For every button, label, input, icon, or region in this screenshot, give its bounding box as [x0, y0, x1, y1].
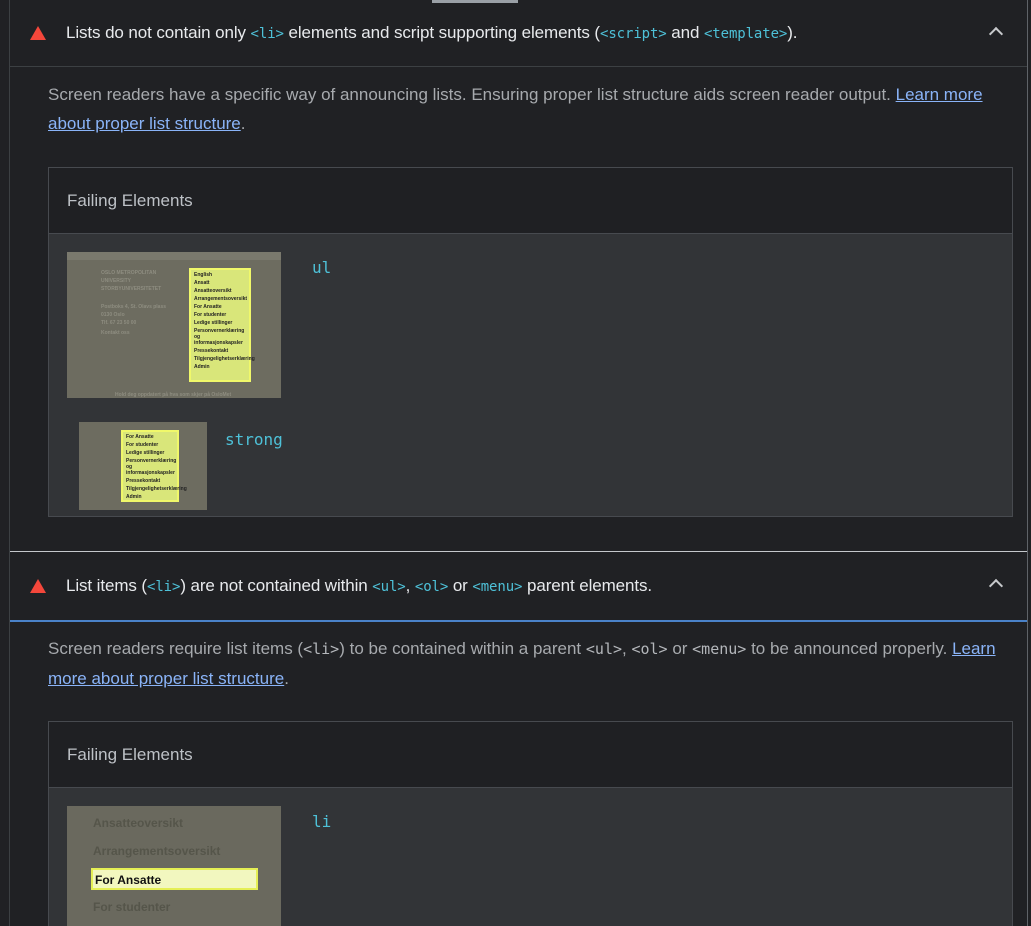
audit-listitem: List items (<li>) are not contained with…: [10, 552, 1027, 926]
audit-description: Screen readers have a specific way of an…: [48, 85, 983, 133]
thumb-item: For studenter: [93, 900, 171, 914]
highlight-box: English Ansatt Ansatteoversikt Arrangements…: [189, 268, 255, 382]
failing-elements-table: Failing Elements OSLO METROPOLITAN UNIVER…: [48, 167, 1013, 517]
thumb-list-item: Tilgjengelighetserklæring: [194, 356, 255, 362]
thumb-list-item: Personvernerklæring og informasjonskapsl…: [194, 328, 245, 346]
element-screenshot: For Ansatte For studenter Ledige stillinge…: [79, 422, 207, 510]
thumb-list-item: For studenter: [194, 312, 227, 318]
table-header: Failing Elements: [49, 722, 1012, 788]
table-body: OSLO METROPOLITAN UNIVERSITY STORBYUNIVERS…: [49, 234, 1012, 516]
highlight-box: For Ansatte For studenter Ledige stillinge…: [121, 430, 187, 502]
thumb-item: Arrangementsoversikt: [93, 844, 221, 858]
highlight-box: For Ansatte: [91, 868, 258, 890]
element-screenshot: OSLO METROPOLITAN UNIVERSITY STORBYUNIVERS…: [67, 252, 281, 398]
audit-title: List items (<li>) are not contained with…: [66, 576, 653, 595]
thumb-list-item: Ledige stillinger: [194, 320, 233, 326]
thumb-footer-text: 0130 Oslo: [101, 312, 125, 318]
thumb-list-item: Personvernerklæring og informasjonskapsl…: [126, 458, 177, 476]
thumb-footer-text: STORBYUNIVERSITETET: [101, 286, 162, 292]
table-row[interactable]: For Ansatte For studenter Ledige stillinge…: [67, 402, 1012, 514]
thumb-list-item: Pressekontakt: [194, 348, 229, 354]
audit-title: Lists do not contain only <li> elements …: [66, 23, 798, 42]
thumb-footer-text: Tlf. 67 23 50 00: [101, 320, 137, 326]
table-row[interactable]: OSLO METROPOLITAN UNIVERSITY STORBYUNIVERS…: [67, 234, 1012, 402]
thumb-list-item: Ansatteoversikt: [194, 288, 232, 294]
table-row[interactable]: Ansatteoversikt Arrangementsoversikt For…: [67, 788, 1012, 926]
panel-right-border: [1027, 0, 1028, 926]
thumb-list-item: Ledige stillinger: [126, 450, 165, 456]
thumb-footer-text: Postboks 4, St. Olavs plass: [101, 304, 167, 310]
node-label: strong: [225, 430, 283, 449]
audit-header[interactable]: List items (<li>) are not contained with…: [10, 552, 1027, 622]
chevron-up-icon[interactable]: [988, 26, 1004, 42]
audit-header[interactable]: Lists do not contain only <li> elements …: [10, 0, 1027, 67]
thumb-list-item: Pressekontakt: [126, 478, 161, 484]
thumb-footer-text: Kontakt oss: [101, 330, 130, 336]
thumb-list-item: Tilgjengelighetserklæring: [126, 486, 187, 492]
table-header: Failing Elements: [49, 168, 1012, 234]
node-label: ul: [312, 258, 332, 277]
thumb-list-item: For studenter: [126, 442, 159, 448]
thumb-list-item: Ansatt: [194, 280, 210, 286]
audit-list-structure: Lists do not contain only <li> elements …: [10, 0, 1027, 551]
fail-triangle-icon: [30, 579, 46, 593]
failing-elements-table: Failing Elements Ansatteoversikt Arrange…: [48, 721, 1013, 926]
thumb-list-item: For Ansatte: [126, 434, 154, 440]
thumb-footer-text: UNIVERSITY: [101, 278, 132, 284]
thumb-list-item: Admin: [194, 364, 210, 370]
fail-triangle-icon: [30, 26, 46, 40]
node-label: li: [312, 812, 332, 831]
audit-description: Screen readers require list items (<li>)…: [48, 639, 996, 688]
element-screenshot: Ansatteoversikt Arrangementsoversikt For…: [67, 806, 281, 926]
table-body: Ansatteoversikt Arrangementsoversikt For…: [49, 788, 1012, 926]
thumb-footer-text: Hold deg oppdatert på hva som skjer på O…: [115, 392, 232, 398]
thumb-list-item: For Ansatte: [194, 304, 222, 310]
thumb-item: Ansatteoversikt: [93, 816, 184, 830]
thumb-list-item: Arrangementsoversikt: [194, 296, 248, 302]
thumb-list-item: English: [194, 272, 213, 278]
thumb-list-item: Admin: [126, 494, 142, 500]
chevron-up-icon[interactable]: [988, 578, 1004, 594]
thumb-footer-text: OSLO METROPOLITAN: [101, 270, 157, 276]
